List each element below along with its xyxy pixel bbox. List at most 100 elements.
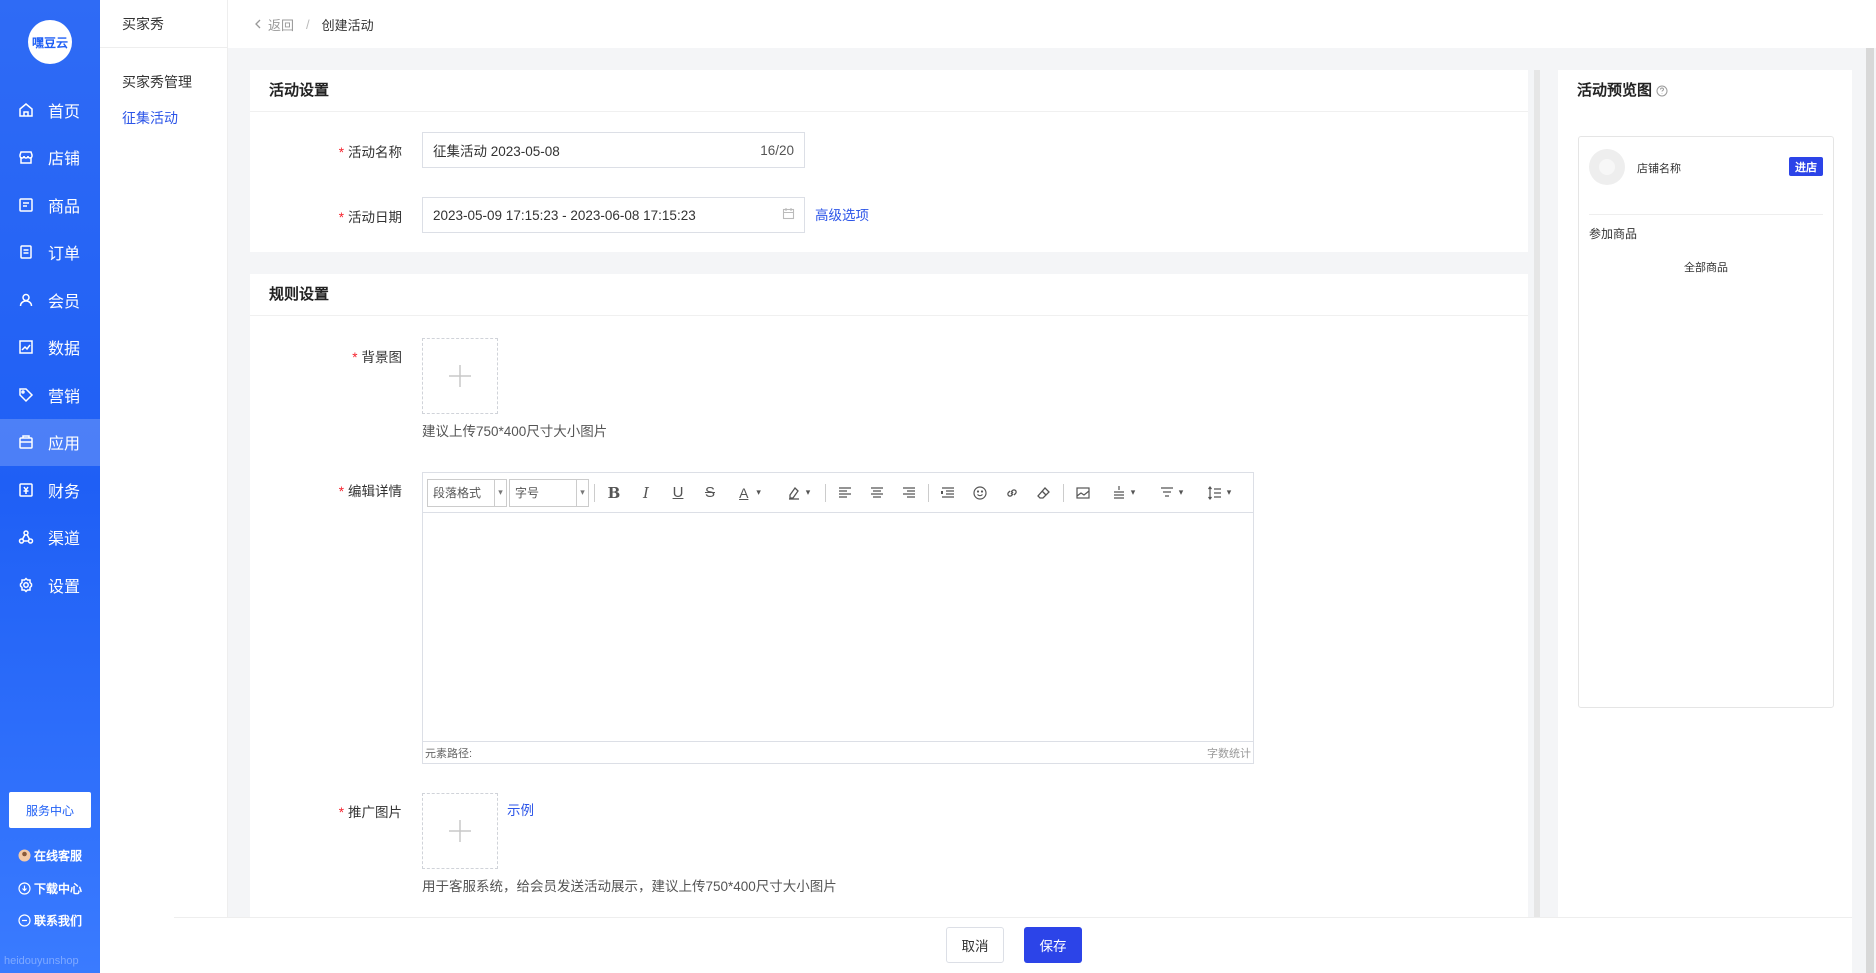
background-color-button[interactable]: ▾ <box>774 479 822 507</box>
nav-item-label: 订单 <box>48 246 81 264</box>
nav-item-app[interactable]: 应用 <box>0 418 100 466</box>
element-path-label: 元素路径: <box>425 747 473 760</box>
promo-example-link[interactable]: 示例 <box>507 799 534 819</box>
emoji-button[interactable] <box>964 479 996 507</box>
promo-image-label-text: 推广图片 <box>348 805 402 820</box>
activity-name-input[interactable]: 征集活动 2023-05-08 16/20 <box>422 132 805 168</box>
nav-item-label: 设置 <box>48 578 81 596</box>
word-count-label: 字数统计 <box>1207 747 1251 760</box>
bg-image-upload[interactable] <box>422 338 498 414</box>
download-center-link[interactable]: 下载中心 <box>18 880 82 897</box>
sub-item-collect-activity[interactable]: 征集活动 <box>100 100 227 136</box>
editor-status-bar: 元素路径: 字数统计 <box>423 741 1253 763</box>
align-left-icon <box>839 486 851 498</box>
page-scrollbar[interactable] <box>1866 48 1874 973</box>
breadcrumb: 返回 / 创建活动 <box>228 0 1876 48</box>
sub-item-buyer-show-manage[interactable]: 买家秀管理 <box>100 64 227 100</box>
nav-item-marketing[interactable]: 营销 <box>0 371 100 419</box>
row-spacing-icon <box>1207 485 1221 500</box>
rich-text-editor: 段落格式 ▾ 字号 ▾ B I U S A ▾ ▾ ▾ ▾ ▾ 元素路径: 字数统… <box>422 472 1254 764</box>
service-center-button[interactable]: 服务中心 <box>9 792 91 828</box>
font-size-value: 字号 <box>515 486 540 500</box>
enter-shop-button[interactable]: 进店 <box>1789 157 1823 176</box>
editor-toolbar: 段落格式 ▾ 字号 ▾ B I U S A ▾ ▾ ▾ ▾ ▾ <box>423 473 1253 513</box>
preview-header: 活动预览图 <box>1558 70 1852 112</box>
align-center-icon <box>871 486 883 498</box>
shop-name: 店铺名称 <box>1637 163 1681 175</box>
paragraph-icon <box>1160 486 1173 497</box>
font-color-button[interactable]: A ▾ <box>726 479 774 507</box>
download-icon <box>18 882 31 895</box>
cancel-button[interactable]: 取消 <box>946 927 1004 963</box>
align-right-button[interactable] <box>893 479 925 507</box>
nav-item-finance[interactable]: 财务 <box>0 466 100 514</box>
link-button[interactable] <box>996 479 1028 507</box>
bold-button[interactable]: B <box>598 479 630 507</box>
font-size-select[interactable]: 字号 ▾ <box>509 478 589 507</box>
strikethrough-icon: S <box>704 484 715 501</box>
align-center-button[interactable] <box>861 479 893 507</box>
nav-item-data[interactable]: 数据 <box>0 324 100 372</box>
nav-item-member[interactable]: 会员 <box>0 276 100 324</box>
nav-item-goods[interactable]: 商品 <box>0 181 100 229</box>
divider <box>1589 214 1823 215</box>
content-scrollbar[interactable] <box>1534 70 1540 920</box>
tag-icon <box>18 387 34 403</box>
editor-content-area[interactable] <box>423 513 1253 741</box>
align-right-icon <box>903 486 915 498</box>
strikethrough-button[interactable]: S <box>694 479 726 507</box>
align-left-button[interactable] <box>829 479 861 507</box>
online-service-link[interactable]: 在线客服 <box>18 847 82 864</box>
nav-item-home[interactable]: 首页 <box>0 86 100 134</box>
chart-icon <box>18 339 34 355</box>
highlight-icon <box>788 486 799 500</box>
advanced-options-link[interactable]: 高级选项 <box>815 204 869 224</box>
nav-item-channel[interactable]: 渠道 <box>0 514 100 562</box>
plus-icon <box>449 365 471 387</box>
help-icon[interactable] <box>1656 85 1668 97</box>
rule-settings-title: 规则设置 <box>250 274 1528 316</box>
shop-avatar <box>1589 149 1625 185</box>
store-icon <box>18 149 34 165</box>
participating-goods-label: 参加商品 <box>1589 227 1638 241</box>
sub-sidebar: 买家秀 买家秀管理 征集活动 <box>100 0 228 973</box>
nav-item-settings[interactable]: 设置 <box>0 561 100 609</box>
nav-item-label: 数据 <box>48 341 81 359</box>
back-label: 返回 <box>268 17 295 33</box>
breadcrumb-current: 创建活动 <box>321 17 374 33</box>
logo-text: 嘿豆云 <box>31 35 68 50</box>
promo-image-label: * 推广图片 <box>339 801 402 821</box>
toolbar-divider <box>928 483 929 502</box>
promo-image-upload[interactable] <box>422 793 498 869</box>
nav-item-order[interactable]: 订单 <box>0 229 100 277</box>
nav-item-label: 商品 <box>48 198 81 216</box>
underline-icon: U <box>672 484 684 501</box>
save-button[interactable]: 保存 <box>1024 927 1082 963</box>
app-icon <box>18 434 34 450</box>
quote-button[interactable] <box>932 479 964 507</box>
italic-button[interactable]: I <box>630 479 662 507</box>
back-link[interactable]: 返回 <box>252 15 294 34</box>
nav-item-label: 营销 <box>48 388 81 406</box>
breadcrumb-separator: / <box>306 16 310 32</box>
contact-us-label: 联系我们 <box>34 914 83 928</box>
clear-format-button[interactable] <box>1028 479 1060 507</box>
home-icon <box>18 102 34 118</box>
row-spacing-button[interactable]: ▾ <box>1195 479 1243 507</box>
line-height-button[interactable]: ▾ <box>1099 479 1147 507</box>
activity-date-picker[interactable]: 2023-05-09 17:15:23 - 2023-06-08 17:15:2… <box>422 197 805 233</box>
bg-image-label-text: 背景图 <box>361 350 403 365</box>
underline-button[interactable]: U <box>662 479 694 507</box>
paragraph-spacing-button[interactable]: ▾ <box>1147 479 1195 507</box>
image-button[interactable] <box>1067 479 1099 507</box>
channel-icon <box>18 529 34 545</box>
brand-logo[interactable]: 嘿豆云 <box>28 20 72 64</box>
contact-us-link[interactable]: 联系我们 <box>18 912 82 929</box>
nav-item-store[interactable]: 店铺 <box>0 134 100 182</box>
bold-icon: B <box>607 483 621 502</box>
goods-icon <box>18 197 34 213</box>
main-sidebar: 嘿豆云 首页 店铺 商品 订单 会员 数据 营销 应用 财务 渠道 设置 服务中… <box>0 0 100 973</box>
order-icon <box>18 244 34 260</box>
paragraph-format-select[interactable]: 段落格式 ▾ <box>427 478 507 507</box>
chevron-left-icon <box>255 19 261 29</box>
